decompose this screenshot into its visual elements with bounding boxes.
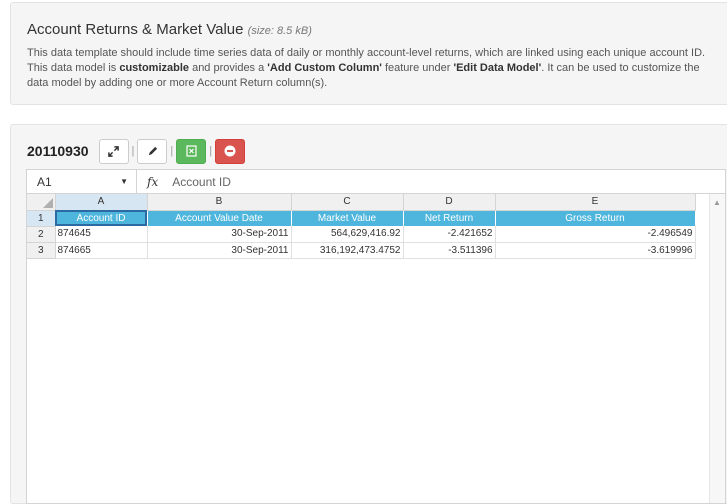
- pencil-icon: [148, 146, 157, 155]
- column-header-e[interactable]: E: [495, 194, 696, 211]
- cell[interactable]: 30-Sep-2011: [147, 242, 292, 259]
- vertical-scrollbar[interactable]: ▲: [709, 194, 725, 503]
- cell[interactable]: -3.511396: [403, 242, 496, 259]
- cell[interactable]: -2.421652: [403, 226, 496, 243]
- table-row: 3 874665 30-Sep-2011 316,192,473.4752 -3…: [27, 242, 696, 259]
- data-model-description: This data template should include time s…: [27, 46, 718, 91]
- export-excel-button[interactable]: [176, 138, 207, 164]
- header-cell-net-return[interactable]: Net Return: [403, 210, 496, 226]
- header-cell-gross-return[interactable]: Gross Return: [495, 210, 696, 226]
- excel-icon: [186, 145, 197, 157]
- data-model-title: Account Returns & Market Value: [27, 21, 244, 38]
- chevron-down-icon: ▼: [120, 177, 128, 186]
- header-cell-account-value-date[interactable]: Account Value Date: [147, 210, 292, 226]
- header-cell-account-id[interactable]: Account ID: [55, 210, 148, 226]
- cell-reference-selector[interactable]: A1 ▼: [27, 170, 137, 193]
- desc-bold-1: customizable: [119, 62, 190, 74]
- expand-icon: [108, 145, 119, 157]
- cell[interactable]: 874665: [55, 242, 148, 259]
- edit-button[interactable]: [137, 138, 168, 164]
- select-all-corner[interactable]: [27, 194, 56, 211]
- data-model-size: (size: 8.5 kB): [247, 25, 312, 37]
- spreadsheet-grid: A B C D E 1 Account ID Account Value Dat…: [26, 194, 726, 504]
- expand-button[interactable]: [98, 138, 129, 164]
- cell[interactable]: 30-Sep-2011: [147, 226, 292, 243]
- toolbar-separator: |: [170, 145, 174, 157]
- cell[interactable]: 564,629,416.92: [291, 226, 404, 243]
- column-header-b[interactable]: B: [147, 194, 292, 211]
- data-model-title-line: Account Returns & Market Value (size: 8.…: [27, 21, 718, 40]
- row-header-1[interactable]: 1: [27, 210, 56, 227]
- desc-bold-2: 'Add Custom Column': [267, 62, 382, 74]
- column-header-row: A B C D E: [27, 194, 696, 211]
- column-header-a[interactable]: A: [55, 194, 148, 211]
- cell[interactable]: 316,192,473.4752: [291, 242, 404, 259]
- fx-icon: fx: [147, 174, 159, 189]
- data-model-info-panel: Account Returns & Market Value (size: 8.…: [10, 2, 727, 105]
- sheet-date-label: 20110930: [27, 143, 89, 159]
- column-header-c[interactable]: C: [291, 194, 404, 211]
- scroll-up-icon[interactable]: ▲: [713, 198, 721, 207]
- formula-input[interactable]: Account ID: [172, 175, 231, 189]
- row-header-3[interactable]: 3: [27, 242, 56, 259]
- cell[interactable]: -3.619996: [495, 242, 696, 259]
- table-row: 2 874645 30-Sep-2011 564,629,416.92 -2.4…: [27, 226, 696, 243]
- toolbar-separator: |: [131, 145, 135, 157]
- desc-text-2: and provides a: [189, 62, 268, 74]
- cell-reference: A1: [37, 174, 52, 189]
- desc-text-3: feature under: [381, 62, 454, 74]
- desc-bold-3: 'Edit Data Model': [453, 62, 542, 74]
- header-cell-market-value[interactable]: Market Value: [291, 210, 404, 226]
- formula-bar: A1 ▼ fx Account ID: [26, 169, 726, 194]
- sheet-toolbar: 20110930 | | |: [27, 138, 246, 164]
- table-header-row: 1 Account ID Account Value Date Market V…: [27, 210, 696, 227]
- cell[interactable]: 874645: [55, 226, 148, 243]
- toolbar-separator: |: [209, 145, 213, 157]
- column-header-d[interactable]: D: [403, 194, 496, 211]
- grid-table: A B C D E 1 Account ID Account Value Dat…: [27, 194, 696, 259]
- spreadsheet-panel: 20110930 | | | A1 ▼ fx Account ID A B C …: [10, 124, 727, 504]
- row-header-2[interactable]: 2: [27, 226, 56, 243]
- cell[interactable]: -2.496549: [495, 226, 696, 243]
- remove-button[interactable]: [215, 138, 246, 164]
- minus-circle-icon: [224, 145, 236, 157]
